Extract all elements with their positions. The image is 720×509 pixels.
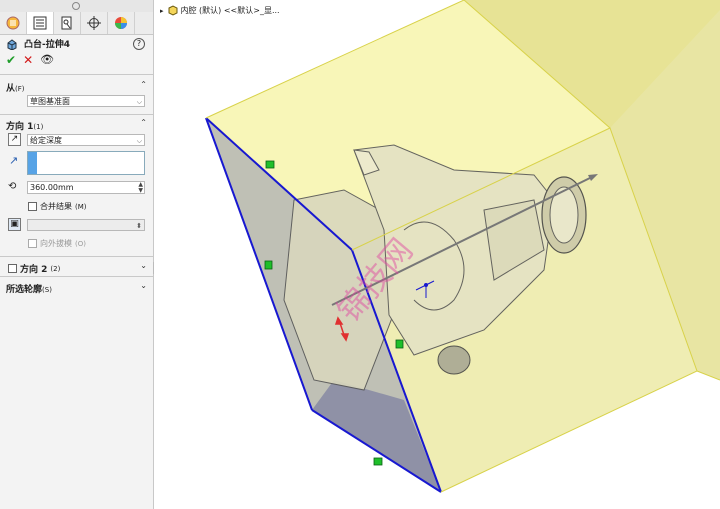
direction2-section: 方向 2 (2) ⌄: [0, 256, 153, 277]
help-icon[interactable]: ?: [133, 38, 145, 50]
tab-configuration-manager[interactable]: [54, 12, 81, 34]
draft-outward-checkbox[interactable]: 向外拔模 (O): [28, 238, 86, 249]
chevron-up-icon[interactable]: ⌃: [140, 80, 147, 89]
manager-tabs: [0, 12, 153, 35]
feature-title: 凸台-拉伸4: [6, 37, 70, 50]
panel-grip-handle[interactable]: [72, 2, 80, 10]
confirm-actions: ✔ ✕ 👁: [6, 54, 54, 67]
appearance-wheel-icon: [115, 17, 127, 29]
from-select-value: 草图基准面: [30, 97, 70, 106]
feature-title-text: 凸台-拉伸4: [24, 40, 70, 50]
contours-section: 所选轮廓(S) ⌄: [0, 276, 153, 297]
tab-dimxpert-manager[interactable]: [81, 12, 108, 34]
end-condition-value: 给定深度: [30, 136, 62, 145]
feature-tree-icon: [6, 16, 20, 30]
model-scene: 锦技网: [205, 0, 720, 493]
spin-arrows-icon[interactable]: ▲ ▼: [138, 182, 143, 194]
handle-green: [373, 457, 383, 466]
tab-property-manager[interactable]: [27, 12, 54, 34]
spin-arrows-icon: ⬍: [136, 222, 142, 230]
reverse-direction-icon[interactable]: ↗: [8, 133, 21, 146]
from-select[interactable]: 草图基准面 ⌵: [27, 95, 145, 107]
tab-display-manager[interactable]: [108, 12, 135, 34]
depth-input[interactable]: 360.00mm ▲ ▼: [27, 181, 145, 194]
handle-green: [265, 160, 275, 169]
draft-icon[interactable]: ▣: [8, 218, 21, 231]
property-manager-panel: 凸台-拉伸4 ? ✔ ✕ 👁 从(F) ⌃ 草图基准面 ⌵ 方向 1(1) ⌃ …: [0, 0, 154, 509]
property-list-icon: [33, 16, 47, 30]
handle-green: [395, 339, 404, 349]
depth-value: 360.00mm: [30, 183, 74, 192]
detailed-preview-button[interactable]: 👁: [40, 54, 54, 66]
tab-feature-manager[interactable]: [0, 12, 27, 34]
checkbox-box: [28, 202, 37, 211]
checkbox-box: [8, 264, 17, 273]
chevron-down-icon: ⌵: [136, 98, 142, 106]
crosshair-icon: [87, 16, 101, 30]
expand-arrow-icon[interactable]: ▸: [160, 7, 164, 15]
direction-selection-box[interactable]: [27, 151, 145, 175]
cancel-button[interactable]: ✕: [23, 54, 33, 66]
part-icon: [168, 5, 178, 16]
breadcrumb-text: 内腔 (默认) <<默认>_显...: [180, 6, 280, 15]
direction1-header[interactable]: 方向 1(1): [6, 119, 43, 132]
chevron-up-icon[interactable]: ⌃: [140, 118, 147, 127]
merge-result-checkbox[interactable]: 合并结果 (M): [28, 201, 87, 212]
chevron-down-icon[interactable]: ⌄: [140, 261, 147, 270]
handle-green: [264, 260, 273, 270]
direction-arrow-icon: ↗: [9, 154, 19, 167]
checkbox-box: [28, 239, 37, 248]
from-header[interactable]: 从(F): [6, 81, 25, 94]
end-condition-select[interactable]: 给定深度 ⌵: [27, 134, 145, 146]
ok-button[interactable]: ✔: [6, 54, 16, 66]
depth-icon: ⟲: [8, 181, 17, 192]
graphics-viewport[interactable]: 锦技网 ▸ 内腔 (默认) <<默认>_显...: [154, 0, 720, 509]
from-section: 从(F) ⌃ 草图基准面 ⌵: [0, 74, 153, 115]
chevron-down-icon: ⌵: [136, 137, 142, 145]
extrude-icon: [7, 38, 17, 50]
configuration-icon: [61, 16, 72, 30]
breadcrumb[interactable]: ▸ 内腔 (默认) <<默认>_显...: [160, 5, 280, 16]
draft-angle-input[interactable]: ⬍: [27, 219, 145, 231]
chevron-down-icon[interactable]: ⌄: [140, 281, 147, 290]
direction2-checkbox[interactable]: 方向 2 (2): [8, 262, 60, 275]
contours-header[interactable]: 所选轮廓(S): [6, 282, 52, 295]
